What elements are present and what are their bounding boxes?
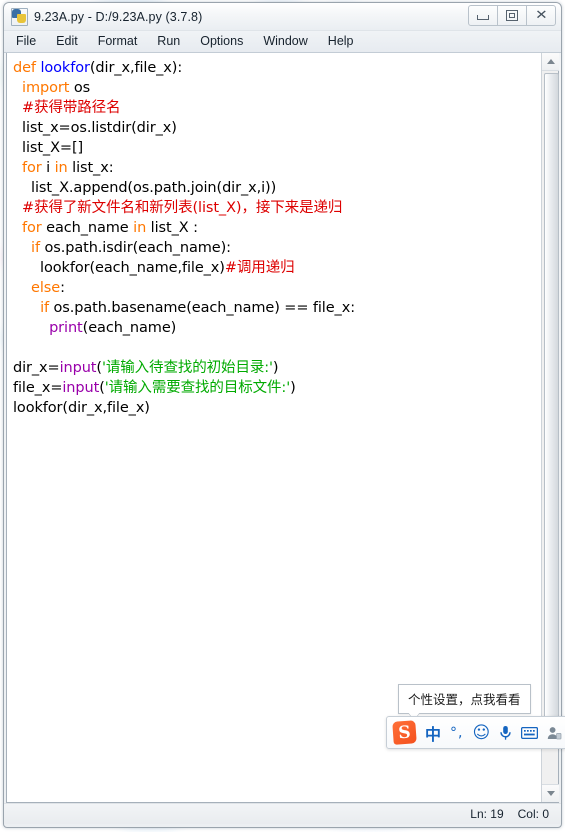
menu-window[interactable]: Window [261,33,317,50]
menu-options[interactable]: Options [198,33,253,50]
microphone-glyph [500,725,511,740]
minimize-button[interactable] [468,5,498,26]
scroll-up-button[interactable] [542,53,559,71]
scroll-down-arrow-icon [546,791,555,796]
sogou-logo-icon[interactable]: S [392,720,417,745]
window-title: 9.23A.py - D:/9.23A.py (3.7.8) [34,9,203,24]
statusbar: Ln: 19 Col: 0 [4,803,561,824]
menu-run[interactable]: Run [155,33,190,50]
source-code[interactable]: def lookfor(dir_x,file_x): import os #获得… [13,58,541,418]
menu-file[interactable]: File [14,33,46,50]
status-column-number: Col: 0 [517,807,549,821]
microphone-icon[interactable] [499,725,512,741]
close-icon: ✕ [534,8,548,23]
language-mode-icon[interactable]: 中 [425,721,441,745]
menu-help[interactable]: Help [326,33,364,50]
python-idle-icon [11,8,28,26]
status-line-number: Ln: 19 [470,807,504,821]
vertical-scrollbar-thumb[interactable] [544,73,559,747]
sogou-ime-toolbar[interactable]: S 中 °, ☺ ◂ [386,716,565,749]
ime-tooltip: 个性设置，点我看看 [398,684,531,721]
scroll-up-arrow-icon [546,59,555,64]
restore-icon [506,10,518,21]
menu-edit[interactable]: Edit [54,33,88,50]
minimize-icon [477,15,489,20]
emoji-icon[interactable]: ☺ [472,723,490,743]
menu-format[interactable]: Format [96,33,148,50]
user-account-icon[interactable] [547,726,562,740]
scroll-down-button[interactable] [542,784,559,802]
soft-keyboard-icon[interactable] [521,726,539,739]
close-button[interactable]: ✕ [526,5,556,26]
punctuation-mode-icon[interactable]: °, [450,725,463,741]
window-controls: ✕ [468,5,556,26]
window-titlebar[interactable]: 9.23A.py - D:/9.23A.py (3.7.8) ✕ [4,3,561,31]
person-glyph [548,726,562,739]
menubar: File Edit Format Run Options Window Help [4,31,561,53]
maximize-button[interactable] [497,5,527,26]
vertical-scrollbar[interactable] [541,53,559,802]
keyboard-glyph [521,726,539,739]
